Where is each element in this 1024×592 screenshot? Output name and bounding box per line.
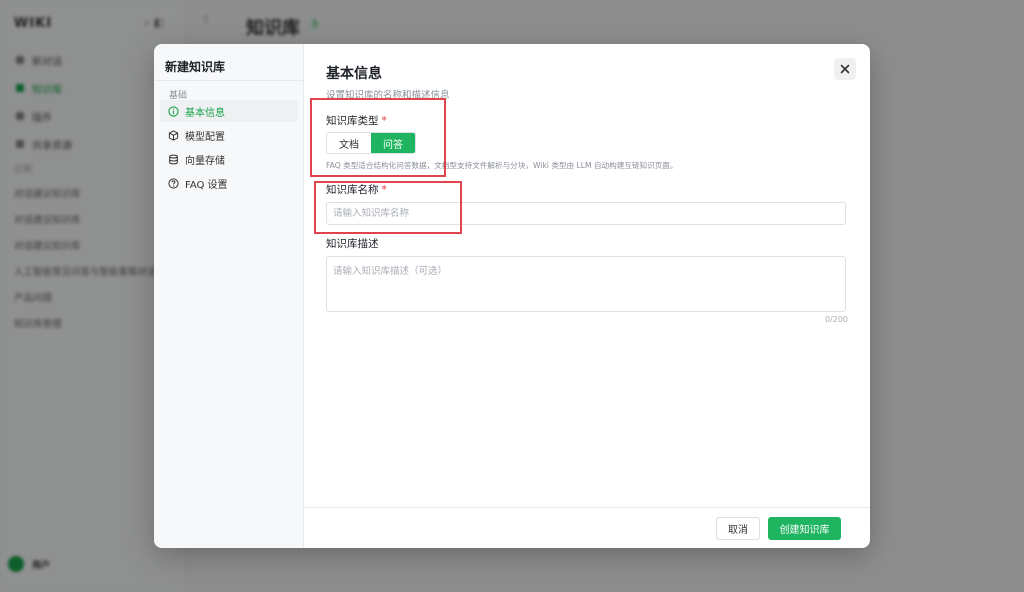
nav-item-basic-info[interactable]: 基本信息 (160, 100, 298, 122)
required-mark: * (381, 184, 387, 196)
nav-item-label: 向量存储 (185, 155, 225, 167)
close-icon (840, 64, 850, 74)
dialog-nav: 基本信息 模型配置 向量存储 FAQ 设置 (160, 100, 298, 196)
dialog-sidebar: 新建知识库 基础 基本信息 模型配置 向量存储 FAQ 设置 (154, 44, 304, 548)
section-subtitle: 设置知识库的名称和描述信息 (326, 90, 450, 101)
dialog-content: 基本信息 设置知识库的名称和描述信息 知识库类型 * 文档 问答 FAQ 类型适合… (304, 44, 870, 548)
type-option-document[interactable]: 文档 (327, 133, 371, 153)
description-field-label: 知识库描述 (326, 238, 379, 250)
dialog-title: 新建知识库 (165, 60, 226, 74)
nav-item-faq-settings[interactable]: FAQ 设置 (160, 172, 298, 194)
type-option-qa[interactable]: 问答 (371, 133, 415, 153)
nav-item-label: 基本信息 (185, 107, 225, 119)
nav-item-label: 模型配置 (185, 131, 225, 143)
type-segmented-control: 文档 问答 (326, 132, 416, 154)
type-field-label: 知识库类型 * (326, 115, 387, 127)
database-icon (169, 154, 178, 164)
section-title: 基本信息 (326, 66, 382, 82)
type-help-text: FAQ 类型适合结构化问答数据，文档型支持文件解析与分块，Wiki 类型由 LL… (326, 161, 678, 170)
nav-item-vector-store[interactable]: 向量存储 (160, 148, 298, 170)
create-knowledge-base-button[interactable]: 创建知识库 (768, 517, 841, 540)
close-button[interactable] (834, 58, 856, 80)
create-knowledge-base-dialog: 新建知识库 基础 基本信息 模型配置 向量存储 FAQ 设置 基本信息 设置知识… (154, 44, 870, 548)
name-field-label: 知识库名称 * (326, 184, 387, 196)
divider (154, 80, 303, 81)
question-icon (168, 177, 179, 189)
description-textarea[interactable] (326, 256, 846, 312)
name-input[interactable] (326, 202, 846, 225)
cube-icon (168, 129, 179, 141)
cancel-button[interactable]: 取消 (716, 517, 760, 540)
required-mark: * (381, 115, 387, 127)
nav-item-label: FAQ 设置 (185, 179, 228, 191)
description-char-counter: 0/200 (824, 315, 848, 324)
dialog-footer: 取消 创建知识库 (304, 507, 870, 548)
nav-item-model-config[interactable]: 模型配置 (160, 124, 298, 146)
info-icon (168, 105, 179, 117)
